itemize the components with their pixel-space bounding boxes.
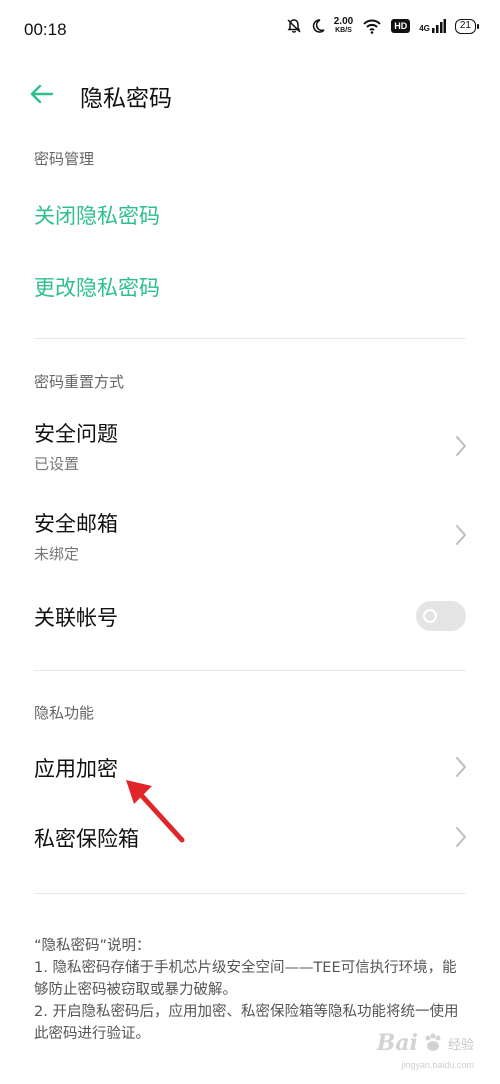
security-email-status: 未绑定 [34,545,80,563]
section-header-reset-methods: 密码重置方式 [34,373,125,391]
baidu-jingyan-watermark: Bai 经验 jingyan.baidu.com [376,1030,474,1070]
security-email-title: 安全邮箱 [34,512,118,536]
status-icons: 2.00 KB/S HD 4G 21 [286,17,480,35]
security-question-status: 已设置 [34,455,80,473]
linked-account-title: 关联帐号 [34,606,118,630]
chevron-right-icon [456,827,466,847]
chevron-right-icon [456,436,466,456]
watermark-logo: Bai [376,1030,418,1056]
explanation-line-1: 1. 隐私密码存储于手机芯片级安全空间——TEE可信执行环境，能够防止密码被窃取… [34,960,457,998]
app-bar: 隐私密码 [0,70,500,118]
explanation-note: “隐私密码”说明： 1. 隐私密码存储于手机芯片级安全空间——TEE可信执行环境… [34,935,470,1045]
linked-account-row: 关联帐号 [0,590,500,644]
security-question-row[interactable]: 安全问题 已设置 [0,410,500,480]
wifi-icon [363,19,381,34]
cellular-signal: 4G [419,19,446,33]
section-divider [34,893,466,894]
page-title: 隐私密码 [80,86,172,112]
moon-icon [312,19,325,33]
status-time: 00:18 [24,20,67,39]
security-question-title: 安全问题 [34,422,118,446]
status-bar: 00:18 2.00 KB/S HD 4G 21 [0,0,500,60]
chevron-right-icon [456,525,466,545]
network-speed-value: 2.00 [333,16,354,27]
battery-indicator: 21 [454,18,480,34]
change-privacy-password-button[interactable]: 更改隐私密码 [34,272,160,302]
watermark-logo-suffix: 经验 [447,1037,474,1053]
chevron-right-icon [456,757,466,777]
section-divider [34,670,466,671]
network-speed: 2.00 KB/S [334,17,353,35]
hd-badge: HD [391,19,411,33]
back-arrow-icon[interactable] [28,80,56,108]
section-header-privacy-features: 隐私功能 [34,704,95,722]
security-email-row[interactable]: 安全邮箱 未绑定 [0,500,500,570]
turn-off-privacy-password-button[interactable]: 关闭隐私密码 [34,200,160,230]
app-encryption-row[interactable]: 应用加密 [0,740,500,796]
paw-icon [425,1033,441,1051]
linked-account-toggle[interactable] [416,601,466,631]
section-divider [34,338,466,339]
section-header-password-management: 密码管理 [34,150,95,168]
mute-bell-icon [287,19,301,33]
network-type: 4G [419,24,430,33]
watermark-url: jingyan.baidu.com [401,1060,474,1070]
network-speed-unit: KB/S [335,27,352,34]
private-safe-title: 私密保险箱 [34,827,139,851]
explanation-heading: “隐私密码”说明： [34,938,151,954]
private-safe-row[interactable]: 私密保险箱 [0,810,500,866]
app-encryption-title: 应用加密 [34,757,118,781]
toggle-knob [423,609,437,623]
signal-bars-icon [431,19,446,33]
